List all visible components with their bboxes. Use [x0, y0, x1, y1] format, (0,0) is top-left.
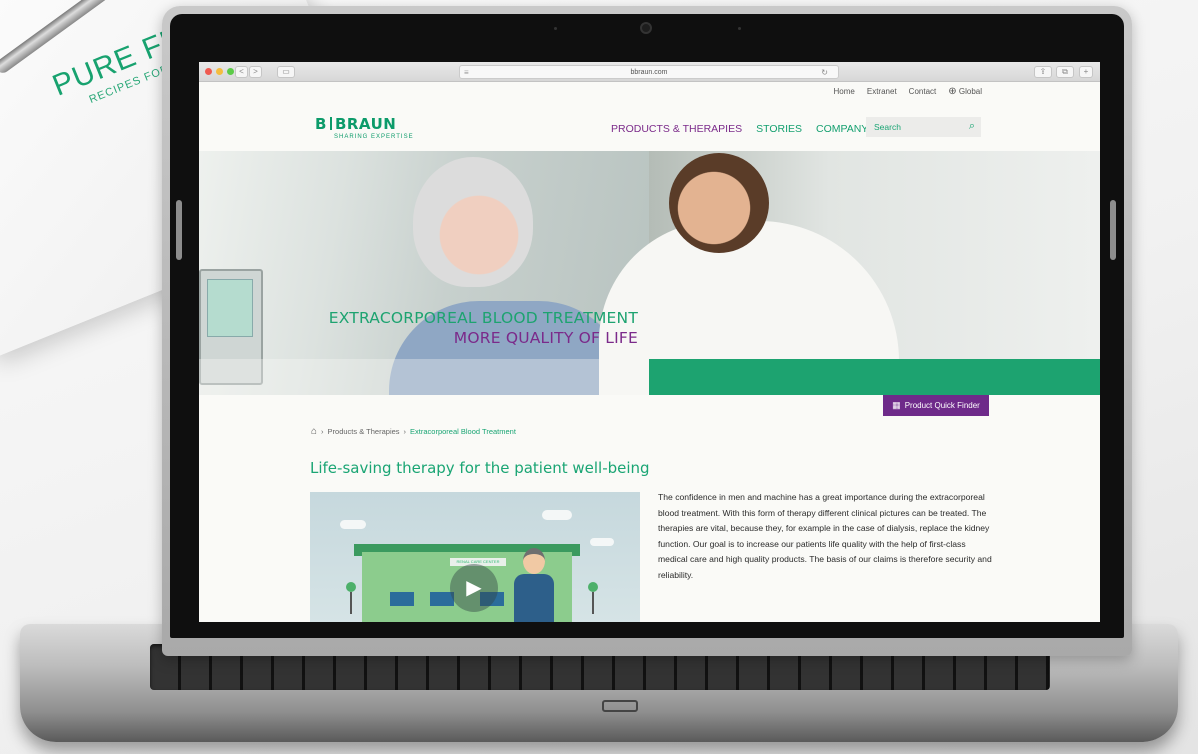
sidebar-icon: ▭: [282, 67, 290, 76]
patient-image-head: [413, 157, 533, 287]
sensor-dot: [738, 27, 741, 30]
nav-stories[interactable]: STORIES: [756, 123, 802, 135]
section-title: Life-saving therapy for the patient well…: [310, 459, 650, 477]
utility-nav: Home Extranet Contact ⊕ Global: [834, 86, 982, 97]
main-nav: PRODUCTS & THERAPIES STORIES COMPANY: [611, 123, 868, 135]
hero-subheadline: MORE QUALITY OF LIFE: [453, 329, 638, 347]
share-button[interactable]: ⇪: [1034, 66, 1052, 78]
tree-shape: [346, 582, 356, 592]
play-icon[interactable]: ▶: [450, 564, 498, 612]
utility-contact-link[interactable]: Contact: [909, 87, 937, 96]
hero-image-left: [199, 151, 649, 395]
hero-banner: EXTRACORPOREAL BLOOD TREATMENT MORE QUAL…: [199, 151, 1100, 395]
reload-icon[interactable]: ↻: [821, 66, 828, 79]
nurse-image-head: [669, 153, 769, 253]
window-controls: [205, 68, 234, 75]
nav-products-therapies[interactable]: PRODUCTS & THERAPIES: [611, 123, 742, 135]
breadcrumb-item-current[interactable]: Extracorporeal Blood Treatment: [410, 427, 516, 436]
close-window-button[interactable]: [205, 68, 212, 75]
tree-shape: [592, 592, 594, 614]
tabs-button[interactable]: ⧉: [1056, 66, 1074, 78]
bbraun-logo[interactable]: B BRAUN SHARING EXPERTISE: [315, 115, 414, 140]
search-placeholder: Search: [874, 122, 901, 132]
nav-company[interactable]: COMPANY: [816, 123, 868, 135]
doctor-illustration-head: [523, 548, 545, 574]
logo-left: B: [315, 115, 327, 133]
search-icon[interactable]: ⌕: [969, 120, 975, 132]
browser-toolbar: < > ▭ ≡ bbraun.com ↻ ⇪ ⧉ +: [199, 62, 1100, 82]
utility-global-label: Global: [958, 87, 982, 96]
cloud-shape: [542, 510, 572, 520]
tabs-icon: ⧉: [1062, 67, 1068, 76]
utility-global-link[interactable]: ⊕ Global: [948, 86, 982, 97]
laptop-screen: < > ▭ ≡ bbraun.com ↻ ⇪ ⧉ + Home Extranet…: [199, 62, 1100, 622]
forward-button[interactable]: >: [249, 66, 262, 78]
logo-right: BRAUN: [334, 115, 397, 133]
product-quick-finder-label: Product Quick Finder: [904, 401, 980, 410]
address-bar[interactable]: ≡ bbraun.com ↻: [459, 65, 839, 79]
address-url: bbraun.com: [630, 69, 668, 76]
product-quick-finder-button[interactable]: ▦ Product Quick Finder: [883, 395, 989, 416]
maximize-window-button[interactable]: [227, 68, 234, 75]
breadcrumb: ⌂ › Products & Therapies › Extracorporea…: [311, 426, 516, 437]
new-tab-button[interactable]: +: [1079, 66, 1093, 78]
breadcrumb-separator: ›: [403, 427, 407, 436]
logo-divider: [329, 117, 332, 130]
laptop-hinge-left: [176, 200, 182, 260]
breadcrumb-item-products[interactable]: Products & Therapies: [328, 427, 400, 436]
video-player[interactable]: RENAL CARE CENTER ▶: [310, 492, 640, 622]
hero-green-band: [649, 359, 1100, 395]
minimize-window-button[interactable]: [216, 68, 223, 75]
breadcrumb-separator: ›: [321, 427, 324, 436]
sidebar-button[interactable]: ▭: [277, 66, 295, 78]
back-button[interactable]: <: [235, 66, 248, 78]
cloud-shape: [340, 520, 366, 529]
globe-icon: ⊕: [948, 86, 957, 97]
logo-wordmark: B BRAUN: [315, 115, 414, 133]
tree-shape: [350, 592, 352, 614]
sensor-dot: [554, 27, 557, 30]
tree-shape: [588, 582, 598, 592]
cloud-shape: [590, 538, 614, 546]
building-window: [390, 592, 414, 606]
machine-screen: [207, 279, 253, 337]
doctor-illustration-body: [514, 574, 554, 622]
camera-icon: [640, 22, 652, 34]
section-body-text: The confidence in men and machine has a …: [658, 492, 992, 580]
hero-overlay: [199, 359, 649, 395]
reader-icon: ≡: [464, 68, 469, 77]
hero-headline: EXTRACORPOREAL BLOOD TREATMENT: [328, 309, 638, 327]
utility-extranet-link[interactable]: Extranet: [867, 87, 897, 96]
share-icon: ⇪: [1039, 67, 1047, 76]
laptop-hinge-right: [1110, 200, 1116, 260]
logo-tagline: SHARING EXPERTISE: [334, 134, 414, 140]
utility-home-link[interactable]: Home: [834, 87, 855, 96]
home-icon[interactable]: ⌂: [311, 426, 317, 437]
grid-icon: ▦: [892, 400, 901, 410]
search-input[interactable]: Search ⌕: [866, 117, 981, 137]
laptop-notch: [602, 700, 638, 712]
